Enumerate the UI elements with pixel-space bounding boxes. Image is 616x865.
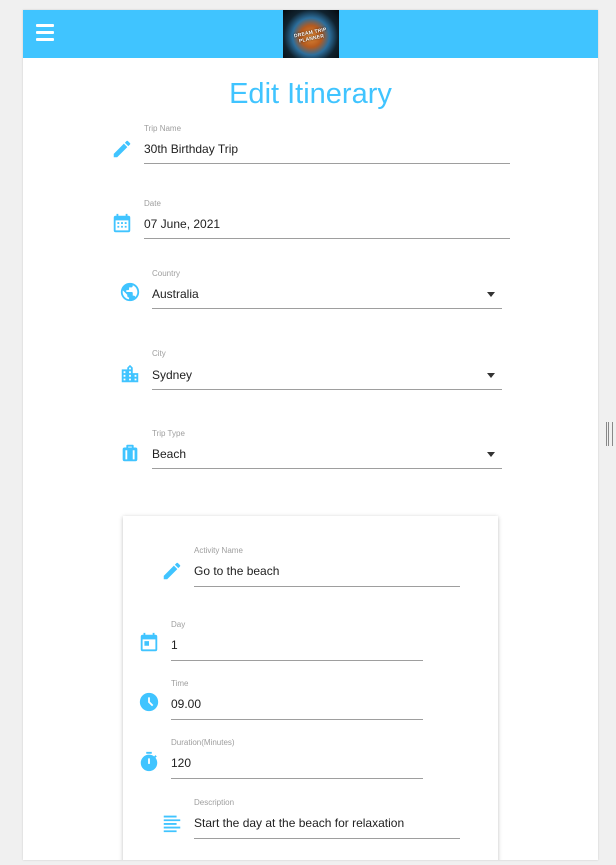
trip-name-underline: [144, 163, 510, 164]
activity-name-field[interactable]: Activity Name Go to the beach: [161, 546, 461, 591]
country-underline: [152, 308, 502, 309]
page-title: Edit Itinerary: [229, 78, 392, 110]
logo-text: DREAM TRIP PLANNER: [293, 26, 328, 45]
chevron-down-icon[interactable]: [487, 292, 495, 297]
day-input[interactable]: 1: [171, 638, 178, 652]
city-select[interactable]: Sydney: [152, 368, 192, 382]
trip-name-input[interactable]: 30th Birthday Trip: [144, 142, 238, 156]
date-input[interactable]: 07 June, 2021: [144, 217, 220, 231]
pencil-icon: [161, 560, 183, 582]
description-field[interactable]: Description Start the day at the beach f…: [161, 798, 461, 843]
date-underline: [144, 238, 510, 239]
app-logo[interactable]: DREAM TRIP PLANNER: [283, 10, 339, 58]
time-label: Time: [171, 679, 189, 688]
day-underline: [171, 660, 423, 661]
description-label: Description: [194, 798, 235, 807]
chevron-down-icon[interactable]: [487, 373, 495, 378]
resize-handle[interactable]: [606, 422, 613, 446]
city-underline: [152, 389, 502, 390]
trip-type-field[interactable]: Trip Type Beach: [119, 429, 509, 474]
app-frame: DREAM TRIP PLANNER Edit Itinerary Trip N…: [23, 10, 598, 860]
duration-input[interactable]: 120: [171, 756, 191, 770]
duration-underline: [171, 778, 423, 779]
country-field[interactable]: Country Australia: [119, 269, 509, 314]
suitcase-icon: [119, 442, 141, 464]
time-input[interactable]: 09.00: [171, 697, 201, 711]
app-bar: DREAM TRIP PLANNER: [23, 10, 598, 58]
activity-card: Activity Name Go to the beach Day 1 Time…: [123, 516, 498, 860]
activity-name-underline: [194, 586, 460, 587]
trip-type-underline: [152, 468, 502, 469]
trip-type-select[interactable]: Beach: [152, 447, 186, 461]
country-select[interactable]: Australia: [152, 287, 199, 301]
calendar-icon: [111, 213, 133, 235]
calendar-today-icon: [138, 632, 160, 654]
city-field[interactable]: City Sydney: [119, 349, 509, 394]
description-underline: [194, 838, 460, 839]
country-label: Country: [152, 269, 181, 278]
clock-icon: [138, 691, 160, 713]
duration-label: Duration(Minutes): [171, 738, 235, 747]
timer-icon: [138, 751, 160, 773]
date-field[interactable]: Date 07 June, 2021: [111, 199, 511, 244]
city-label: City: [152, 349, 166, 358]
globe-icon: [119, 281, 141, 303]
trip-type-label: Trip Type: [152, 429, 185, 438]
text-align-icon: [161, 812, 183, 834]
activity-name-label: Activity Name: [194, 546, 243, 555]
city-icon: [119, 363, 141, 385]
day-label: Day: [171, 620, 186, 629]
chevron-down-icon[interactable]: [487, 452, 495, 457]
time-underline: [171, 719, 423, 720]
duration-field[interactable]: Duration(Minutes) 120: [138, 738, 428, 783]
pencil-icon: [111, 138, 133, 160]
trip-name-field[interactable]: Trip Name 30th Birthday Trip: [111, 124, 511, 169]
activity-name-input[interactable]: Go to the beach: [194, 564, 279, 578]
day-field[interactable]: Day 1: [138, 620, 428, 665]
time-field[interactable]: Time 09.00: [138, 679, 428, 724]
description-input[interactable]: Start the day at the beach for relaxatio…: [194, 816, 404, 830]
menu-icon[interactable]: [36, 24, 54, 44]
date-label: Date: [144, 199, 161, 208]
trip-name-label: Trip Name: [144, 124, 182, 133]
